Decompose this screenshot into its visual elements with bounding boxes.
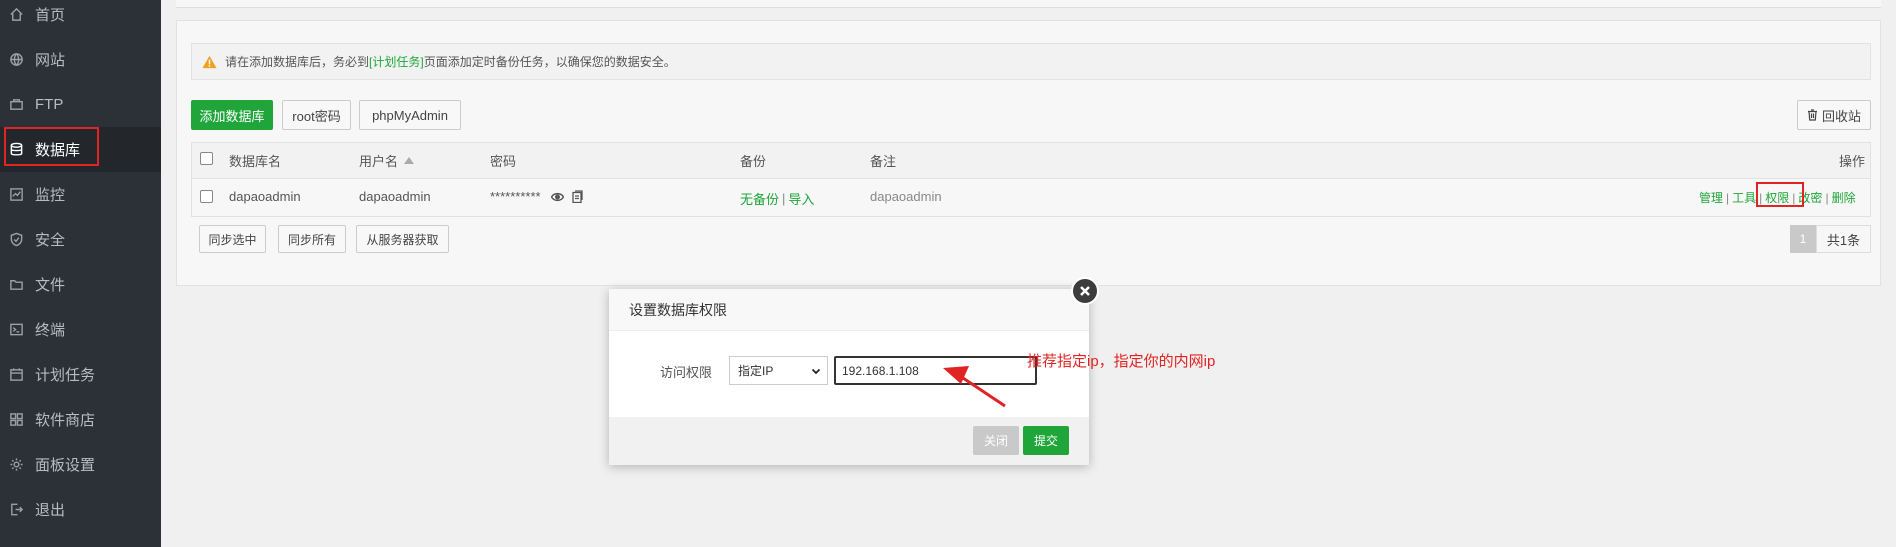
- sidebar-item-files[interactable]: 文件: [0, 262, 161, 307]
- select-all-checkbox[interactable]: [200, 152, 213, 165]
- sidebar-item-label: 网站: [35, 52, 66, 69]
- access-type-value: 指定IP: [738, 364, 774, 378]
- sidebar-item-store[interactable]: 软件商店: [0, 397, 161, 442]
- notice-cron-link[interactable]: [计划任务]: [369, 53, 424, 70]
- sidebar-item-ftp[interactable]: FTP: [0, 82, 161, 127]
- col-header-password: 密码: [490, 154, 517, 169]
- dialog-close-icon[interactable]: [1071, 277, 1099, 305]
- separator: |: [1825, 190, 1829, 205]
- notice-text-before: 请在添加数据库后，务必到: [225, 55, 370, 69]
- gear-icon: [7, 456, 25, 474]
- col-header-user[interactable]: 用户名: [359, 151, 415, 170]
- folder-icon: [7, 276, 25, 294]
- cell-username: dapaoadmin: [359, 189, 431, 204]
- shield-icon: [7, 231, 25, 249]
- fetch-from-server-button[interactable]: 从服务器获取: [356, 225, 449, 253]
- sidebar-item-label: 终端: [35, 322, 66, 339]
- notice-text-after: 页面添加定时备份任务，以确保您的数据安全。: [423, 55, 676, 69]
- sidebar-item-label: 文件: [35, 277, 66, 294]
- pager-total: 共1条: [1816, 225, 1871, 253]
- sidebar-item-security[interactable]: 安全: [0, 217, 161, 262]
- sidebar-item-home[interactable]: 首页: [0, 0, 161, 37]
- sidebar-item-logout[interactable]: 退出: [0, 487, 161, 532]
- eye-icon[interactable]: [550, 192, 564, 202]
- col-header-backup: 备份: [740, 154, 767, 169]
- top-panel-edge: [176, 0, 1881, 8]
- calendar-icon: [7, 366, 25, 384]
- recycle-bin-button[interactable]: 回收站: [1797, 100, 1871, 130]
- highlight-box-database: [4, 127, 99, 166]
- sync-all-button[interactable]: 同步所有: [278, 225, 346, 253]
- sidebar-item-label: 软件商店: [35, 412, 96, 429]
- sidebar-item-label: 监控: [35, 187, 66, 204]
- sidebar-item-settings[interactable]: 面板设置: [0, 442, 161, 487]
- annotation-arrow: [943, 366, 1006, 408]
- sidebar-item-website[interactable]: 网站: [0, 37, 161, 82]
- trash-icon: [1807, 109, 1818, 121]
- tools-link[interactable]: 工具: [1732, 189, 1756, 206]
- separator: |: [1726, 190, 1730, 205]
- phpmyadmin-button[interactable]: phpMyAdmin: [359, 100, 461, 130]
- no-backup-link[interactable]: 无备份: [740, 189, 779, 208]
- password-mask: **********: [490, 189, 541, 204]
- sidebar-item-monitor[interactable]: 监控: [0, 172, 161, 217]
- col-header-actions: 操作: [1839, 154, 1866, 169]
- cell-db-name: dapaoadmin: [229, 189, 301, 204]
- annotation-text: 推荐指定ip，指定你的内网ip: [1027, 353, 1216, 370]
- dialog-submit-button[interactable]: 提交: [1023, 426, 1069, 455]
- sidebar: 首页 网站 FTP 数据库 监控 安全 文件 终端 计划任务 软件商店 面板设置: [0, 0, 161, 547]
- col-header-note: 备注: [870, 154, 897, 169]
- cell-password: **********: [490, 189, 583, 204]
- col-header-user-label: 用户名: [359, 154, 399, 169]
- copy-icon[interactable]: [571, 190, 583, 203]
- sidebar-item-label: 计划任务: [35, 367, 96, 384]
- highlight-box-permission: [1756, 182, 1804, 207]
- backup-notice: 请在添加数据库后，务必到 [计划任务] 页面添加定时备份任务，以确保您的数据安全…: [191, 43, 1871, 80]
- monitor-icon: [7, 186, 25, 204]
- sidebar-item-terminal[interactable]: 终端: [0, 307, 161, 352]
- manage-link[interactable]: 管理: [1699, 189, 1723, 206]
- sidebar-item-cron[interactable]: 计划任务: [0, 352, 161, 397]
- access-type-select[interactable]: 指定IP: [729, 356, 828, 385]
- sort-up-icon: [404, 157, 415, 164]
- col-header-name[interactable]: 数据库名: [229, 151, 281, 170]
- home-icon: [7, 6, 25, 24]
- import-link[interactable]: 导入: [788, 189, 814, 208]
- recycle-bin-label: 回收站: [1821, 108, 1861, 124]
- sidebar-item-label: 面板设置: [35, 457, 96, 474]
- sync-selected-button[interactable]: 同步选中: [199, 225, 266, 253]
- sidebar-item-label: 首页: [35, 7, 66, 24]
- pager-current-page[interactable]: 1: [1790, 225, 1816, 253]
- globe-icon: [7, 51, 25, 69]
- terminal-icon: [7, 321, 25, 339]
- ftp-icon: [7, 96, 25, 114]
- access-permission-label: 访问权限: [660, 365, 713, 380]
- apps-icon: [7, 411, 25, 429]
- warning-icon: [202, 55, 217, 68]
- dialog-title: 设置数据库权限: [609, 289, 1089, 331]
- sidebar-item-label: FTP: [35, 96, 64, 113]
- delete-link[interactable]: 删除: [1832, 189, 1856, 206]
- cell-note[interactable]: dapaoadmin: [870, 189, 942, 204]
- sidebar-item-label: 安全: [35, 232, 66, 249]
- chevron-down-icon: [811, 368, 821, 375]
- table-header: [192, 143, 1870, 179]
- separator: |: [782, 191, 786, 206]
- database-table: [191, 142, 1871, 217]
- cell-backup: 无备份 | 导入: [740, 189, 814, 208]
- logout-icon: [7, 501, 25, 519]
- root-password-button[interactable]: root密码: [282, 100, 351, 130]
- dialog-close-button[interactable]: 关闭: [973, 426, 1019, 455]
- row-checkbox[interactable]: [200, 190, 213, 203]
- add-database-button[interactable]: 添加数据库: [191, 100, 273, 130]
- sidebar-item-label: 退出: [35, 502, 66, 519]
